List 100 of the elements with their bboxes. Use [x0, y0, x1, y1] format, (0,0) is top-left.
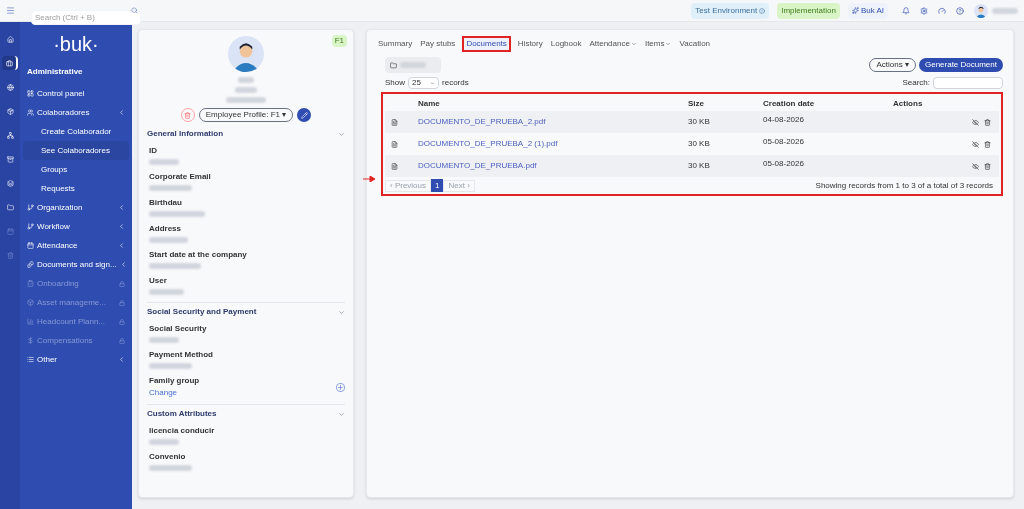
tab[interactable]: Vacation [678, 37, 712, 50]
chevron-icon[interactable] [338, 308, 345, 316]
layers-icon [6, 179, 14, 187]
redacted-text [226, 97, 266, 103]
menu-item-icon [27, 109, 34, 116]
document-link[interactable]: DOCUMENTO_DE_PRUEBA_2 (1).pdf [418, 138, 558, 150]
folder-icon [390, 61, 397, 69]
lock-icon [119, 299, 125, 306]
menu-item-icon [27, 280, 34, 287]
tab[interactable]: Items [643, 37, 673, 50]
sidebar-item[interactable]: Other [23, 350, 129, 369]
bell-icon[interactable] [902, 6, 910, 15]
menu-item-icon [27, 318, 34, 325]
page-button[interactable]: 1 [431, 179, 444, 192]
sidebar-item[interactable]: Control panel [23, 84, 129, 103]
redacted-text [149, 237, 188, 243]
field-label: ID [149, 145, 157, 157]
menu-item-icon [27, 261, 34, 268]
menu-item-icon [27, 223, 34, 230]
menu-item-icon [27, 90, 34, 97]
redacted-text [992, 7, 1018, 14]
column-header[interactable]: Size [688, 97, 763, 110]
sidebar-subitem[interactable]: See Colaboradores [23, 141, 129, 160]
redacted-text [149, 363, 192, 369]
tab[interactable]: History [516, 37, 544, 50]
chevron-icon [118, 204, 125, 211]
menu-item-icon [27, 299, 34, 306]
search-icon[interactable] [131, 7, 138, 14]
redacted-text [149, 185, 192, 191]
caret-icon [630, 40, 637, 47]
sidebar-item[interactable]: Documents and sign... [23, 255, 129, 274]
search-field[interactable] [933, 77, 1003, 89]
date-cell: 04-08-2026 [763, 115, 804, 124]
document-link[interactable]: DOCUMENTO_DE_PRUEBA_2.pdf [418, 116, 546, 128]
menu-icon[interactable] [6, 6, 15, 15]
tab[interactable]: Pay stubs [419, 37, 457, 50]
profile-badge: F1 [331, 35, 347, 47]
field-label: User [149, 275, 167, 287]
chevron-icon [118, 242, 125, 249]
info-icon [759, 7, 766, 14]
tab[interactable]: Logbook [549, 37, 583, 50]
sidebar-item[interactable]: Organization [23, 198, 129, 217]
sidebar-subitem[interactable]: Groups [23, 160, 129, 179]
size-cell: 30 KB [688, 160, 710, 172]
field-label: Birthdau [149, 197, 182, 209]
sidebar-item[interactable]: Colaboradores [23, 103, 129, 122]
tab[interactable]: Documents [462, 35, 511, 52]
ai-button[interactable]: Buk AI [847, 2, 888, 19]
chevron-icon[interactable] [338, 410, 345, 418]
tab[interactable]: Summary [377, 37, 414, 50]
avatar [974, 3, 988, 18]
delete-icon[interactable] [984, 140, 991, 148]
trash-icon [184, 111, 192, 119]
field-label: Start date at the company [149, 249, 247, 261]
file-icon [391, 118, 398, 126]
sidebar-subitem[interactable]: Requests [23, 179, 129, 198]
chevron-icon [119, 261, 127, 268]
delete-icon[interactable] [984, 162, 991, 170]
avatar [228, 36, 264, 72]
section-heading: Social Security and Payment [147, 306, 258, 318]
change-link[interactable]: Change [149, 387, 178, 399]
environment-badge: Test Environment [691, 2, 770, 19]
sidebar-subitem[interactable]: Create Colaborador [23, 122, 129, 141]
search-label: Search: [902, 77, 930, 89]
sparkle-icon [851, 7, 859, 14]
hide-icon[interactable] [972, 162, 979, 170]
lock-icon [119, 318, 125, 325]
page-size-select[interactable]: 25 [408, 77, 439, 89]
add-icon[interactable] [336, 383, 345, 392]
help-icon[interactable] [956, 6, 964, 15]
redacted-text [238, 77, 254, 83]
settings-icon[interactable] [920, 6, 928, 15]
redacted-text [149, 465, 192, 471]
pencil-icon [300, 111, 308, 119]
generate-document-button[interactable]: Generate Document [918, 58, 1003, 72]
chevron-icon[interactable] [338, 130, 345, 138]
column-header[interactable]: Name [418, 97, 688, 110]
menu-item-icon [27, 204, 34, 211]
tab[interactable]: Attendance [588, 37, 638, 50]
rail-button[interactable] [2, 56, 18, 70]
column-header[interactable]: Creation date [763, 97, 893, 110]
records-summary: Showing records from 1 to 3 of a total of 3 records [815, 179, 994, 192]
redacted-text [235, 87, 257, 93]
size-cell: 30 KB [688, 138, 710, 150]
field-label: Family group [149, 375, 200, 387]
hide-icon[interactable] [972, 140, 979, 148]
edit-button[interactable] [297, 108, 312, 122]
redacted-text [400, 62, 426, 68]
section-heading: General Information [147, 128, 224, 140]
delete-icon[interactable] [984, 118, 991, 126]
redacted-text [149, 263, 201, 269]
network-icon [6, 131, 14, 139]
size-cell: 30 KB [688, 116, 710, 128]
document-link[interactable]: DOCUMENTO_DE_PRUEBA.pdf [418, 160, 537, 172]
hide-icon[interactable] [972, 118, 979, 126]
sidebar-item[interactable]: Attendance [23, 236, 129, 255]
redacted-text [149, 337, 179, 343]
sidebar-item[interactable]: Workflow [23, 217, 129, 236]
gauge-icon[interactable] [938, 6, 946, 15]
trash-icon [6, 251, 14, 259]
